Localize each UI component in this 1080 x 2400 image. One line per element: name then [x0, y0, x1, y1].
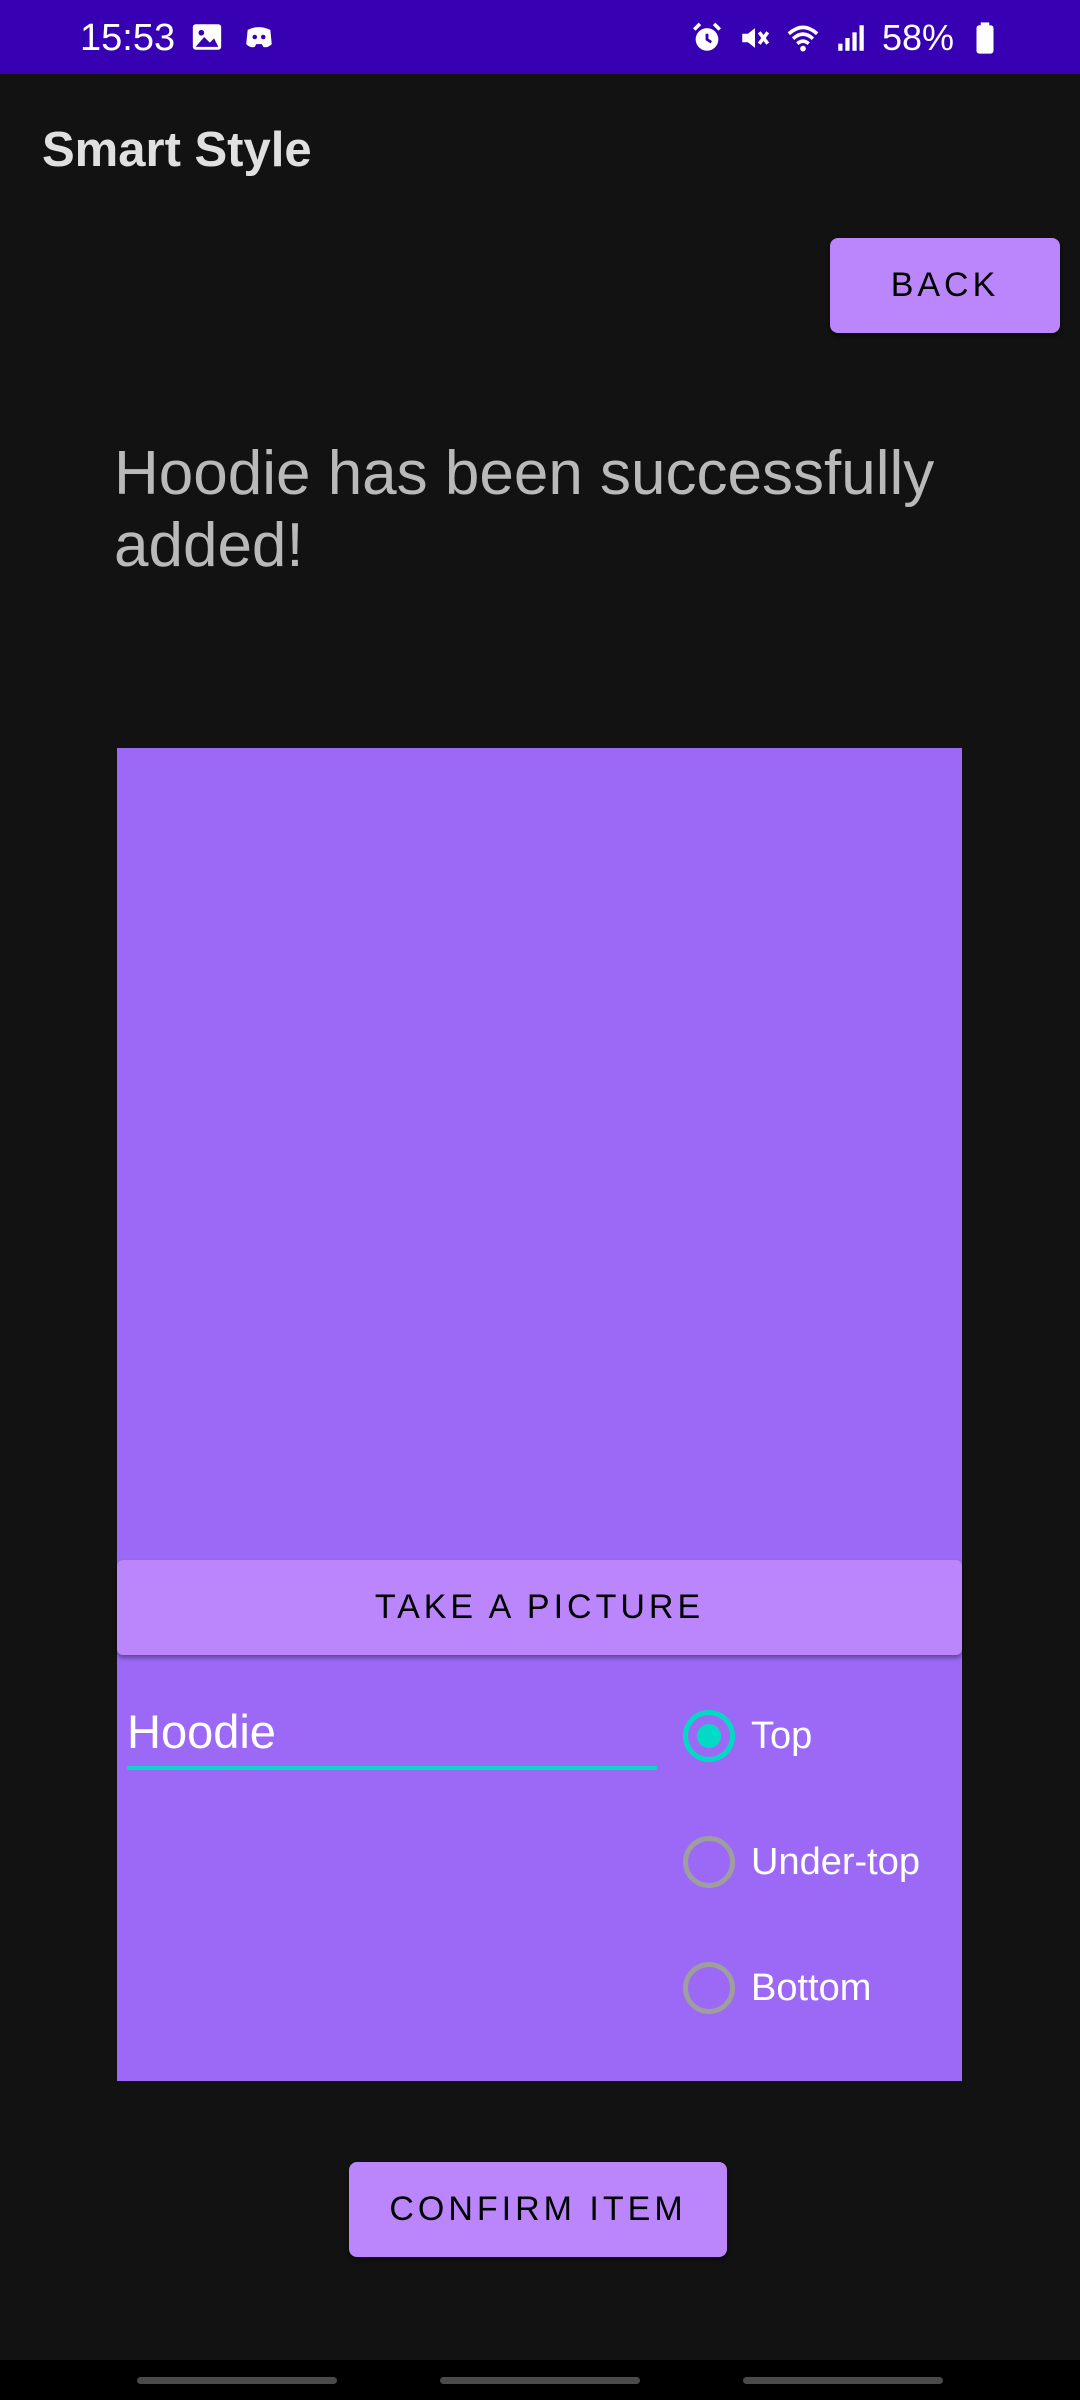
status-time: 15:53 [80, 17, 176, 59]
radio-button-top[interactable] [683, 1710, 735, 1762]
app-title: Smart Style [42, 123, 312, 177]
radio-label-under-top: Under-top [751, 1840, 920, 1883]
back-button[interactable]: BACK [830, 238, 1060, 333]
image-icon [192, 24, 222, 50]
battery-percentage: 58% [881, 17, 954, 58]
radio-option-bottom[interactable]: Bottom [683, 1958, 871, 2018]
status-bar: 15:53 58% [0, 0, 1080, 74]
take-picture-button[interactable]: TAKE A PICTURE [117, 1560, 962, 1655]
radio-option-top[interactable]: Top [683, 1706, 812, 1766]
navigation-bar [0, 2360, 1080, 2400]
item-name-input[interactable] [127, 1696, 657, 1770]
radio-label-bottom: Bottom [751, 1966, 872, 2009]
wifi-icon [787, 25, 819, 52]
item-picture-preview [117, 748, 962, 1560]
radio-button-under-top[interactable] [683, 1836, 735, 1888]
radio-button-bottom[interactable] [683, 1962, 735, 2014]
status-system-icons: 58% [690, 16, 1002, 60]
item-card: TAKE A PICTURE Top Under-top Bottom [117, 748, 962, 2081]
success-message: Hoodie has been successfully added! [114, 439, 935, 580]
confirm-item-button[interactable]: CONFIRM ITEM [349, 2162, 727, 2257]
radio-label-top: Top [751, 1714, 813, 1757]
nav-recents-handle[interactable] [137, 2377, 337, 2384]
alarm-icon [692, 22, 721, 51]
battery-icon [976, 22, 994, 54]
mute-icon [742, 28, 770, 48]
signal-icon [838, 25, 864, 51]
status-notification-icons [190, 20, 276, 54]
discord-icon [246, 27, 272, 48]
nav-home-handle[interactable] [440, 2377, 640, 2384]
radio-option-under-top[interactable]: Under-top [683, 1832, 920, 1892]
nav-back-handle[interactable] [743, 2377, 943, 2384]
